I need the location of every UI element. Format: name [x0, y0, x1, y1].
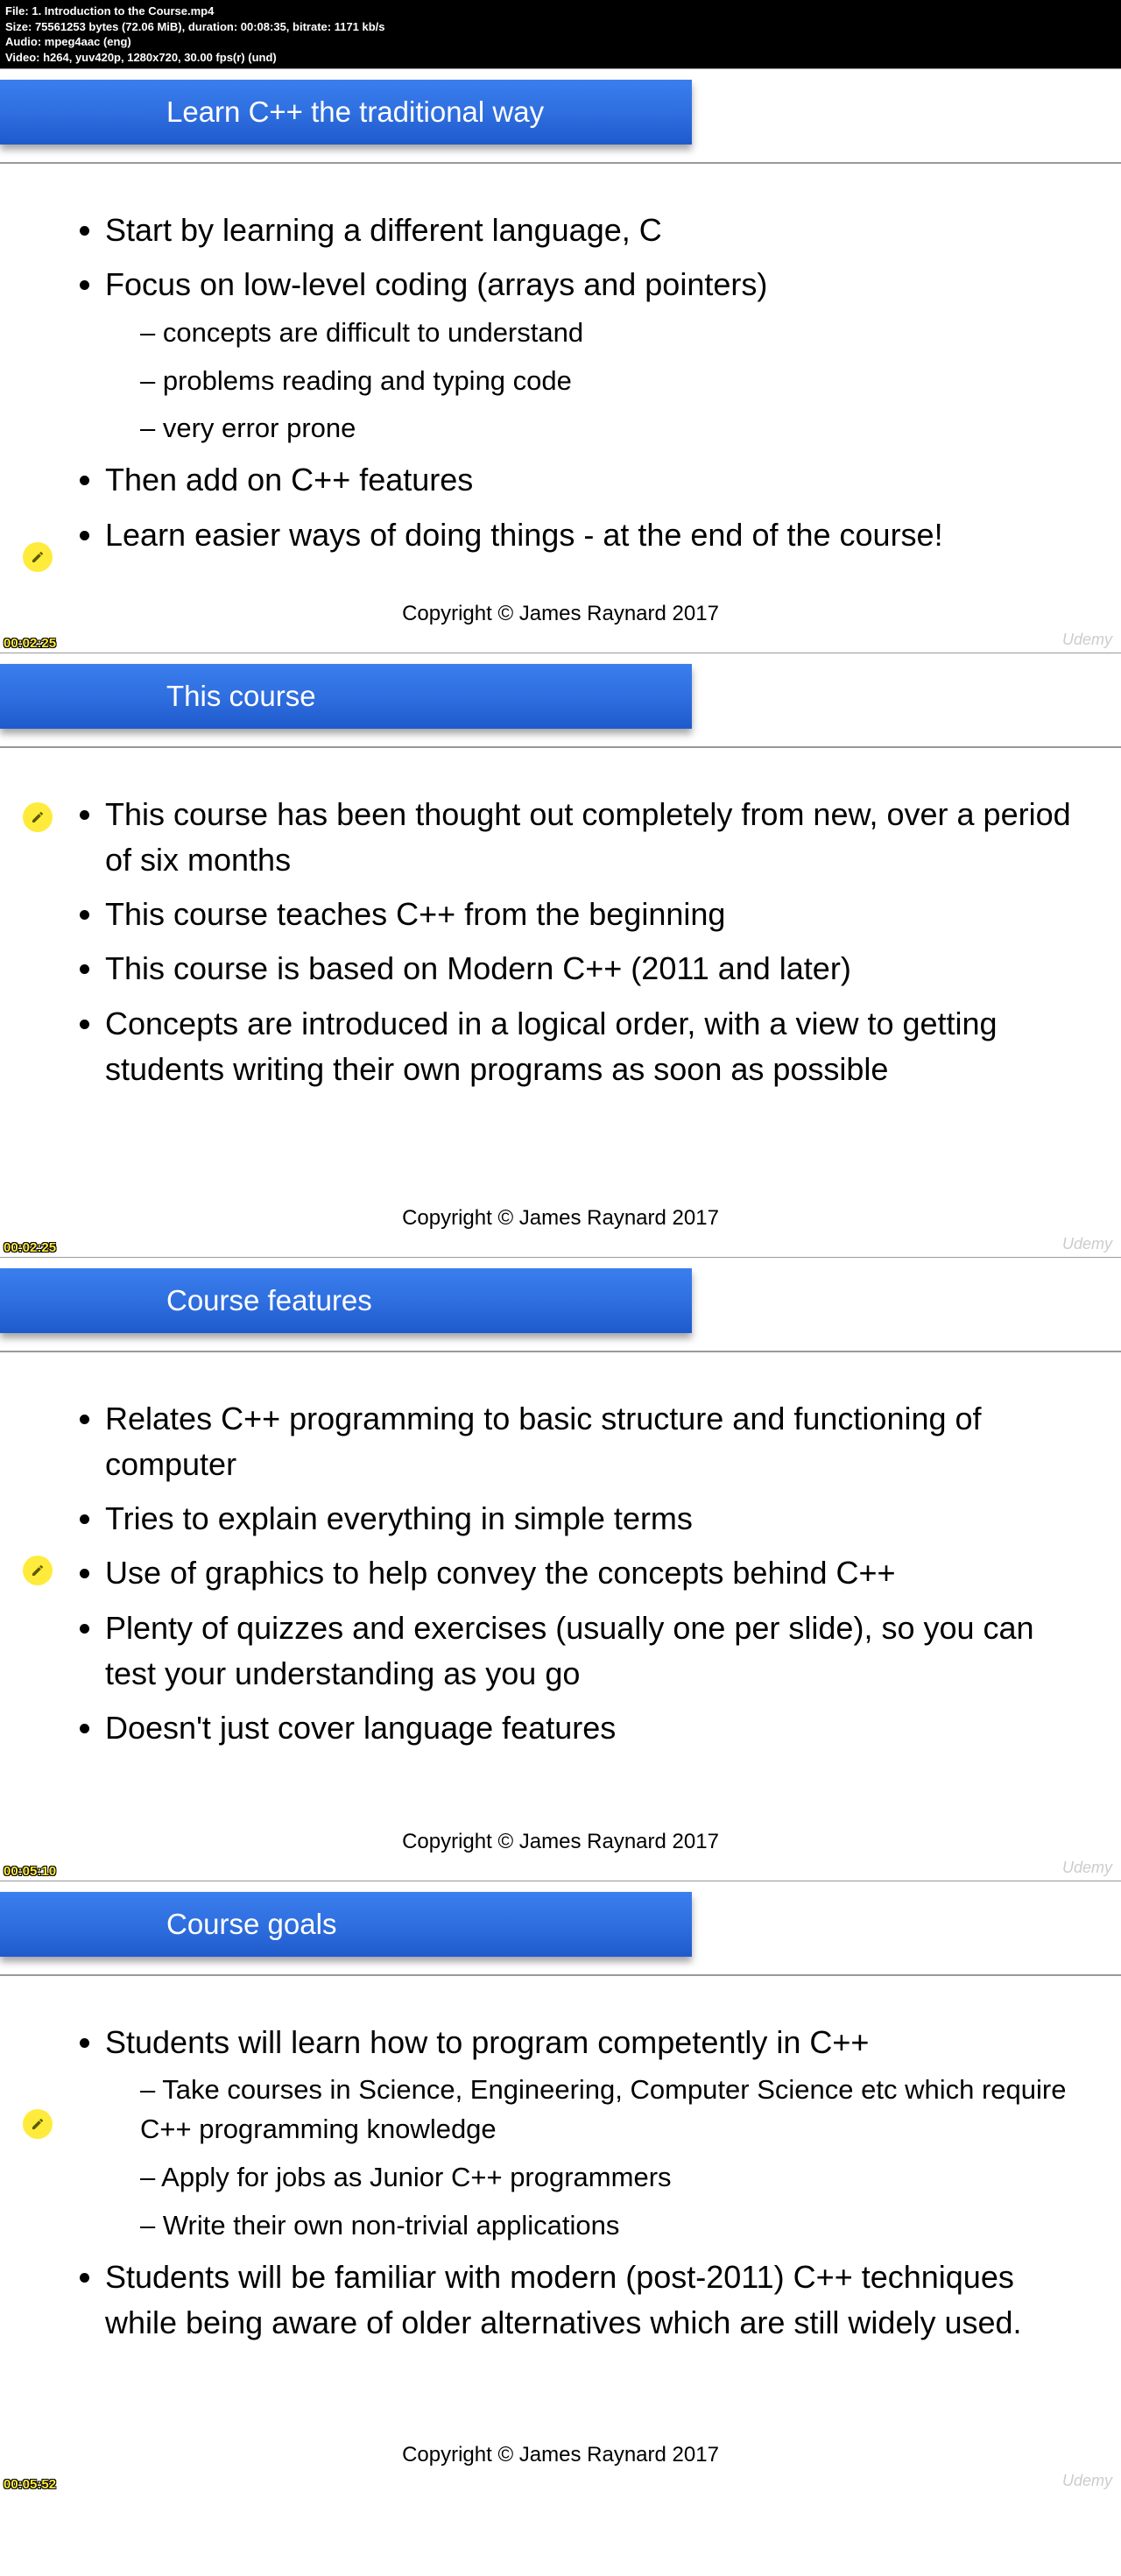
timestamp: 00:02:25 — [4, 1240, 56, 1255]
file-metadata: File: 1. Introduction to the Course.mp4 … — [0, 0, 1121, 68]
bullet: Focus on low-level coding (arrays and po… — [105, 262, 1086, 448]
bullet: Relates C++ programming to basic structu… — [105, 1396, 1086, 1487]
bullet: Students will be familiar with modern (p… — [105, 2255, 1086, 2346]
slide-content: Start by learning a different language, … — [0, 164, 1121, 584]
sub-bullet: Take courses in Science, Engineering, Co… — [140, 2071, 1086, 2149]
copyright: Copyright © James Raynard 2017 — [0, 1777, 1121, 1881]
bullet: This course has been thought out complet… — [105, 792, 1086, 883]
pencil-icon — [23, 2109, 53, 2139]
slide-content: This course has been thought out complet… — [0, 748, 1121, 1119]
sub-bullet: very error prone — [140, 409, 1086, 448]
copyright: Copyright © James Raynard 2017 — [0, 584, 1121, 653]
sub-bullet: problems reading and typing code — [140, 362, 1086, 401]
timestamp: 00:02:25 — [4, 636, 56, 651]
bullet: Students will learn how to program compe… — [105, 2020, 1086, 2246]
slide-title: This course — [0, 664, 692, 729]
bullet: Concepts are introduced in a logical ord… — [105, 1001, 1086, 1092]
slide-2: This course This course has been thought… — [0, 653, 1121, 1257]
sub-bullet: Apply for jobs as Junior C++ programmers — [140, 2158, 1086, 2198]
slide-title: Course features — [0, 1268, 692, 1333]
bullet: Use of graphics to help convey the conce… — [105, 1550, 1086, 1596]
pencil-icon — [23, 1556, 53, 1585]
meta-file: File: 1. Introduction to the Course.mp4 — [5, 4, 1116, 19]
sub-bullet: Write their own non-trivial applications — [140, 2206, 1086, 2246]
bullet: This course teaches C++ from the beginni… — [105, 892, 1086, 937]
watermark: Udemy — [1062, 1235, 1112, 1253]
timestamp: 00:05:52 — [4, 2477, 56, 2492]
meta-audio: Audio: mpeg4aac (eng) — [5, 34, 1116, 50]
watermark: Udemy — [1062, 631, 1112, 649]
bullet: Plenty of quizzes and exercises (usually… — [105, 1606, 1086, 1697]
bullet: Learn easier ways of doing things - at t… — [105, 512, 1086, 558]
copyright: Copyright © James Raynard 2017 — [0, 2373, 1121, 2494]
copyright: Copyright © James Raynard 2017 — [0, 1119, 1121, 1257]
bullet: Doesn't just cover language features — [105, 1705, 1086, 1751]
slide-1: Learn C++ the traditional way Start by l… — [0, 68, 1121, 653]
watermark: Udemy — [1062, 1859, 1112, 1877]
slide-4: Course goals Students will learn how to … — [0, 1881, 1121, 2493]
pencil-icon — [23, 802, 53, 832]
slide-title: Course goals — [0, 1892, 692, 1957]
meta-video: Video: h264, yuv420p, 1280x720, 30.00 fp… — [5, 50, 1116, 66]
bullet: Tries to explain everything in simple te… — [105, 1496, 1086, 1542]
watermark: Udemy — [1062, 2472, 1112, 2490]
meta-size: Size: 75561253 bytes (72.06 MiB), durati… — [5, 19, 1116, 35]
slide-title: Learn C++ the traditional way — [0, 80, 692, 145]
slide-content: Relates C++ programming to basic structu… — [0, 1352, 1121, 1777]
bullet: Start by learning a different language, … — [105, 208, 1086, 253]
bullet: This course is based on Modern C++ (2011… — [105, 946, 1086, 992]
bullet: Then add on C++ features — [105, 457, 1086, 503]
sub-bullet: concepts are difficult to understand — [140, 314, 1086, 353]
slide-content: Students will learn how to program compe… — [0, 1976, 1121, 2372]
pencil-icon — [23, 542, 53, 572]
slide-3: Course features Relates C++ programming … — [0, 1257, 1121, 1881]
timestamp: 00:05:10 — [4, 1864, 56, 1879]
